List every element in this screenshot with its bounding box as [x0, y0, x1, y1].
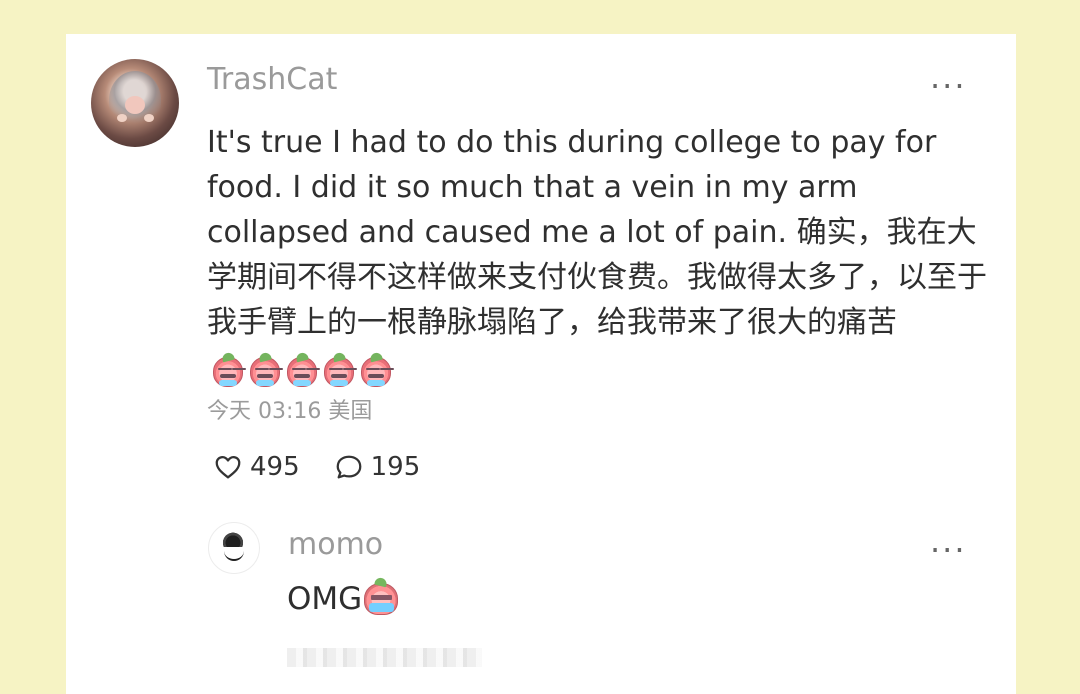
comment-actions: 495 195	[213, 447, 420, 487]
reply-button[interactable]: 195	[334, 452, 421, 482]
trashcat-avatar[interactable]	[91, 59, 179, 147]
heart-icon	[215, 456, 241, 479]
reply-username[interactable]: momo	[288, 527, 383, 563]
peach-sweat-emoji-icon	[213, 357, 243, 387]
comment-body: It's true I had to do this during colleg…	[207, 120, 987, 390]
like-count: 495	[250, 452, 300, 482]
comment-body-text: It's true I had to do this during colleg…	[207, 125, 987, 340]
momo-avatar[interactable]	[208, 522, 260, 574]
peach-crying-emoji-icon	[364, 583, 399, 615]
peach-sweat-emoji-icon	[324, 357, 354, 387]
peach-sweat-emoji-icon	[287, 357, 317, 387]
reply-more-button[interactable]: ···	[930, 534, 967, 566]
comment-emoji-row	[213, 357, 391, 387]
peach-sweat-emoji-icon	[361, 357, 391, 387]
comment-timestamp-location: 今天 03:16 美国	[207, 399, 373, 424]
comment-bubble-icon	[336, 455, 362, 479]
comment-more-button[interactable]: ···	[930, 70, 967, 102]
reply-count: 195	[370, 452, 421, 482]
comment-username[interactable]: TrashCat	[207, 62, 337, 98]
reply-body: OMG	[287, 579, 399, 619]
reply-text: OMG	[287, 581, 363, 617]
like-button[interactable]: 495	[213, 452, 300, 482]
comment-card: TrashCat ··· It's true I had to do this …	[66, 34, 1016, 694]
blurred-reply-line	[287, 648, 482, 667]
peach-sweat-emoji-icon	[250, 357, 280, 387]
